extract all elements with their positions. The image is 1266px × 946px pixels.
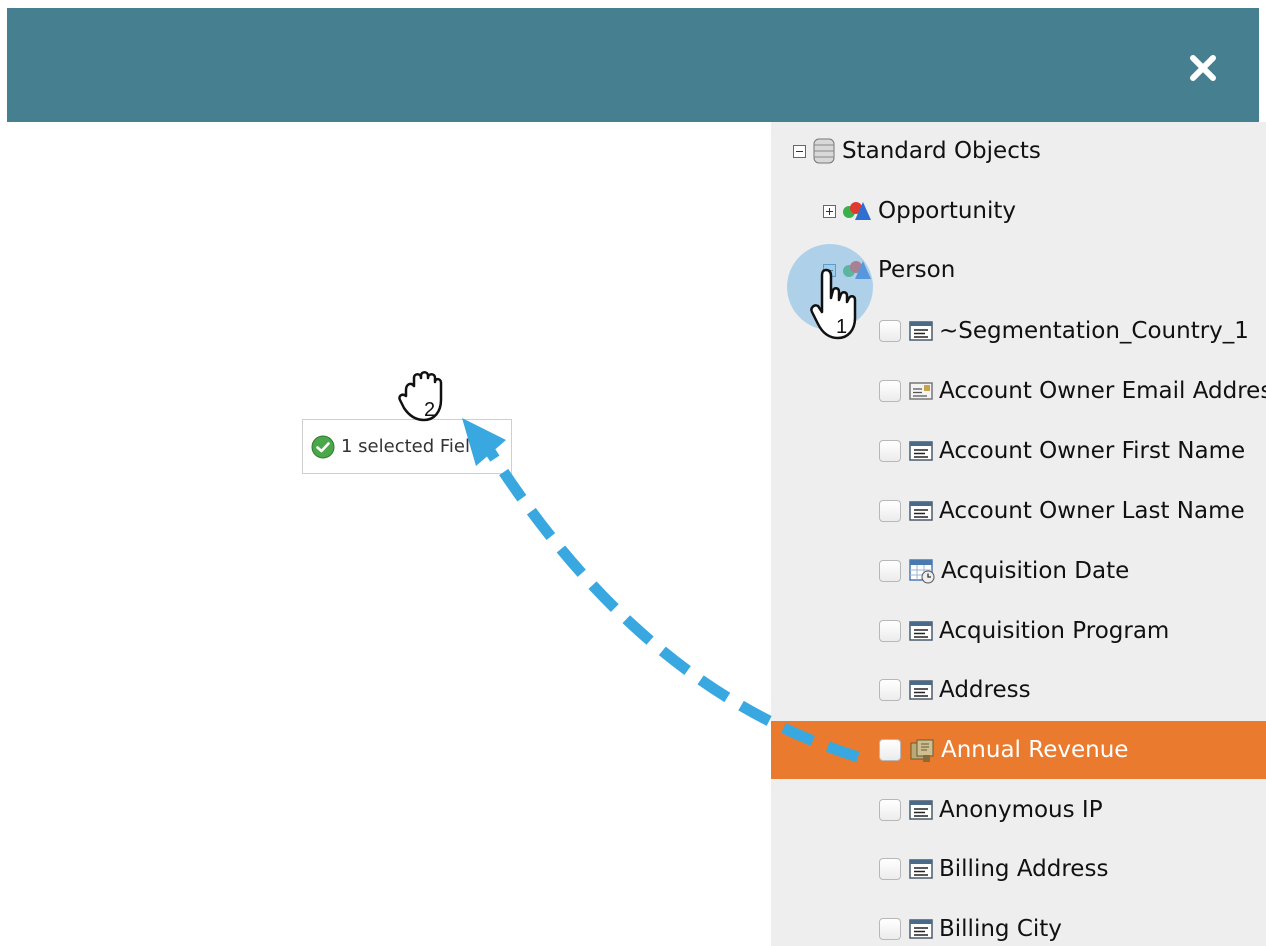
drag-arrowhead	[462, 418, 506, 466]
drag-arrow	[483, 445, 860, 763]
step-2-label: 2	[424, 399, 435, 421]
tutorial-overlay: 1 2	[398, 268, 860, 763]
pointer-hand-icon	[810, 268, 857, 340]
step-1-label: 1	[836, 316, 847, 338]
